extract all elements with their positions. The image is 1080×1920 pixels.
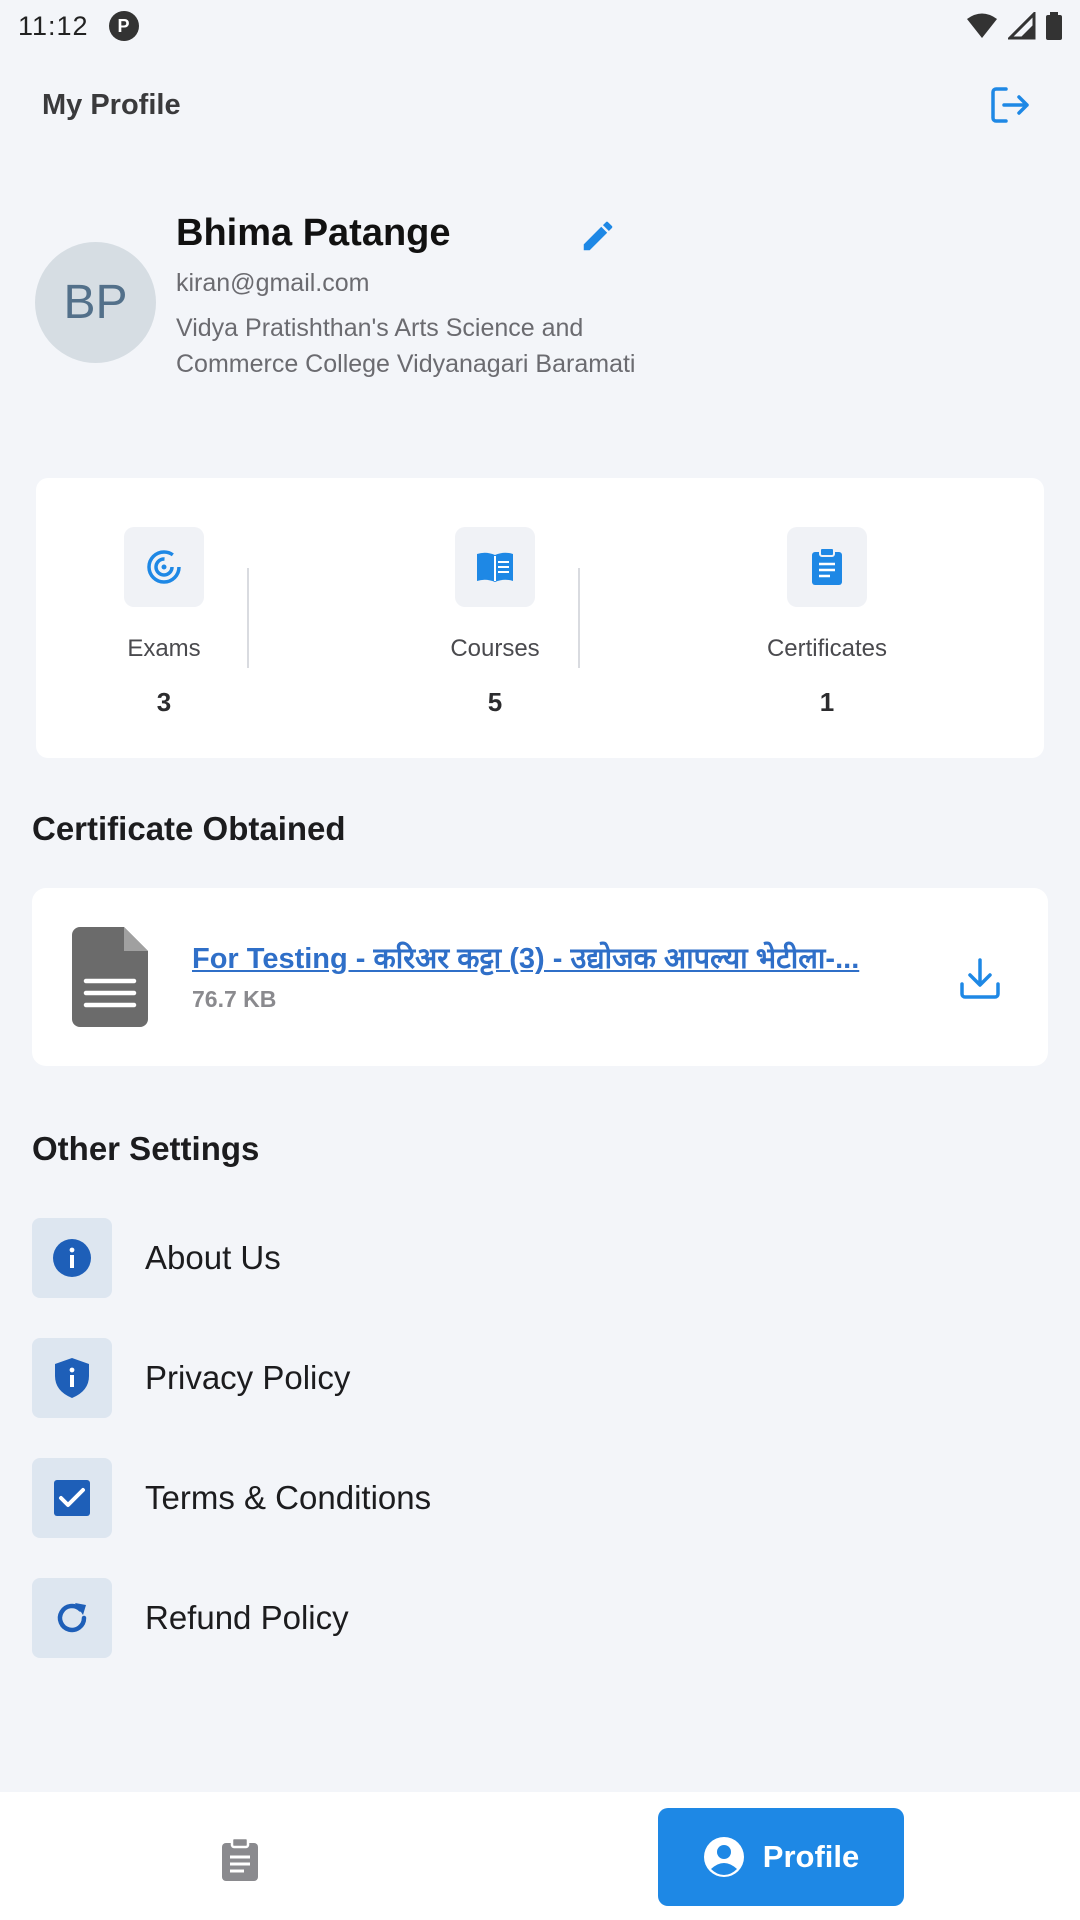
- stat-label: Exams: [127, 635, 201, 662]
- setting-refund-policy[interactable]: Refund Policy: [32, 1578, 1048, 1658]
- certificates-title: Certificate Obtained: [32, 810, 346, 847]
- pencil-icon: [583, 221, 613, 251]
- setting-label: Refund Policy: [145, 1599, 349, 1636]
- setting-icon-box: [32, 1578, 112, 1658]
- setting-label: Terms & Conditions: [145, 1479, 432, 1516]
- setting-label: Privacy Policy: [145, 1359, 351, 1396]
- page-title: My Profile: [42, 88, 181, 121]
- stat-icon-box: [787, 527, 867, 607]
- document-icon: [72, 927, 148, 1027]
- logout-icon: [991, 87, 1029, 123]
- nav-profile-button[interactable]: Profile: [658, 1808, 904, 1906]
- setting-icon-box: [32, 1338, 112, 1418]
- certificate-link[interactable]: For Testing - करिअर कट्टा (3) - उद्योजक …: [192, 938, 962, 977]
- book-icon: [477, 552, 513, 582]
- status-time: 11:12: [18, 10, 89, 41]
- stat-courses[interactable]: Courses 5: [395, 478, 595, 718]
- stat-divider: [247, 568, 249, 668]
- stat-certificates[interactable]: Certificates 1: [727, 478, 927, 718]
- wifi-icon: [967, 13, 997, 38]
- target-icon: [147, 550, 181, 584]
- setting-privacy-policy[interactable]: Privacy Policy: [32, 1338, 1048, 1418]
- stats-card: Exams 3 Courses 5 Certificates 1: [36, 478, 1044, 758]
- setting-icon-box: [32, 1458, 112, 1538]
- certificate-size: 76.7 KB: [192, 986, 277, 1012]
- shield-icon: [55, 1358, 89, 1398]
- stat-exams[interactable]: Exams 3: [64, 478, 264, 718]
- checkbox-icon: [54, 1480, 90, 1516]
- stat-value: 1: [819, 687, 835, 717]
- profile-college: Vidya Pratishthan's Arts Science and Com…: [176, 314, 636, 378]
- status-bar: 11:12 P: [0, 0, 1080, 52]
- profile-email: kiran@gmail.com: [176, 269, 370, 297]
- nav-exams-button[interactable]: [200, 1830, 280, 1890]
- stat-icon-box: [455, 527, 535, 607]
- status-icons: [966, 12, 1062, 40]
- stat-value: 3: [156, 687, 172, 717]
- certificate-card[interactable]: For Testing - करिअर कट्टा (3) - उद्योजक …: [32, 888, 1048, 1066]
- stat-label: Courses: [450, 635, 540, 662]
- settings-title: Other Settings: [32, 1130, 260, 1167]
- edit-profile-button[interactable]: [575, 213, 621, 259]
- clipboard-icon: [812, 548, 842, 585]
- app-header: My Profile: [0, 70, 1080, 140]
- account-circle-icon: [703, 1837, 744, 1877]
- download-icon: [960, 958, 1000, 999]
- nav-profile-label: Profile: [762, 1839, 860, 1874]
- signal-icon: [1008, 12, 1036, 40]
- setting-terms-conditions[interactable]: Terms & Conditions: [32, 1458, 1048, 1538]
- stat-value: 5: [487, 687, 503, 717]
- bottom-navigation: Profile: [0, 1792, 1080, 1920]
- info-icon: [53, 1239, 91, 1277]
- refresh-icon: [57, 1603, 87, 1633]
- clipboard-icon: [222, 1838, 258, 1881]
- download-button[interactable]: [952, 950, 1008, 1006]
- notification-icon: P: [108, 11, 139, 41]
- setting-about-us[interactable]: About Us: [32, 1218, 1048, 1298]
- stat-icon-box: [124, 527, 204, 607]
- setting-icon-box: [32, 1218, 112, 1298]
- setting-label: About Us: [145, 1239, 281, 1276]
- stat-divider: [578, 568, 580, 668]
- avatar: BP: [35, 242, 156, 363]
- battery-icon: [1046, 12, 1062, 40]
- stat-label: Certificates: [766, 635, 888, 662]
- logout-button[interactable]: [982, 77, 1038, 133]
